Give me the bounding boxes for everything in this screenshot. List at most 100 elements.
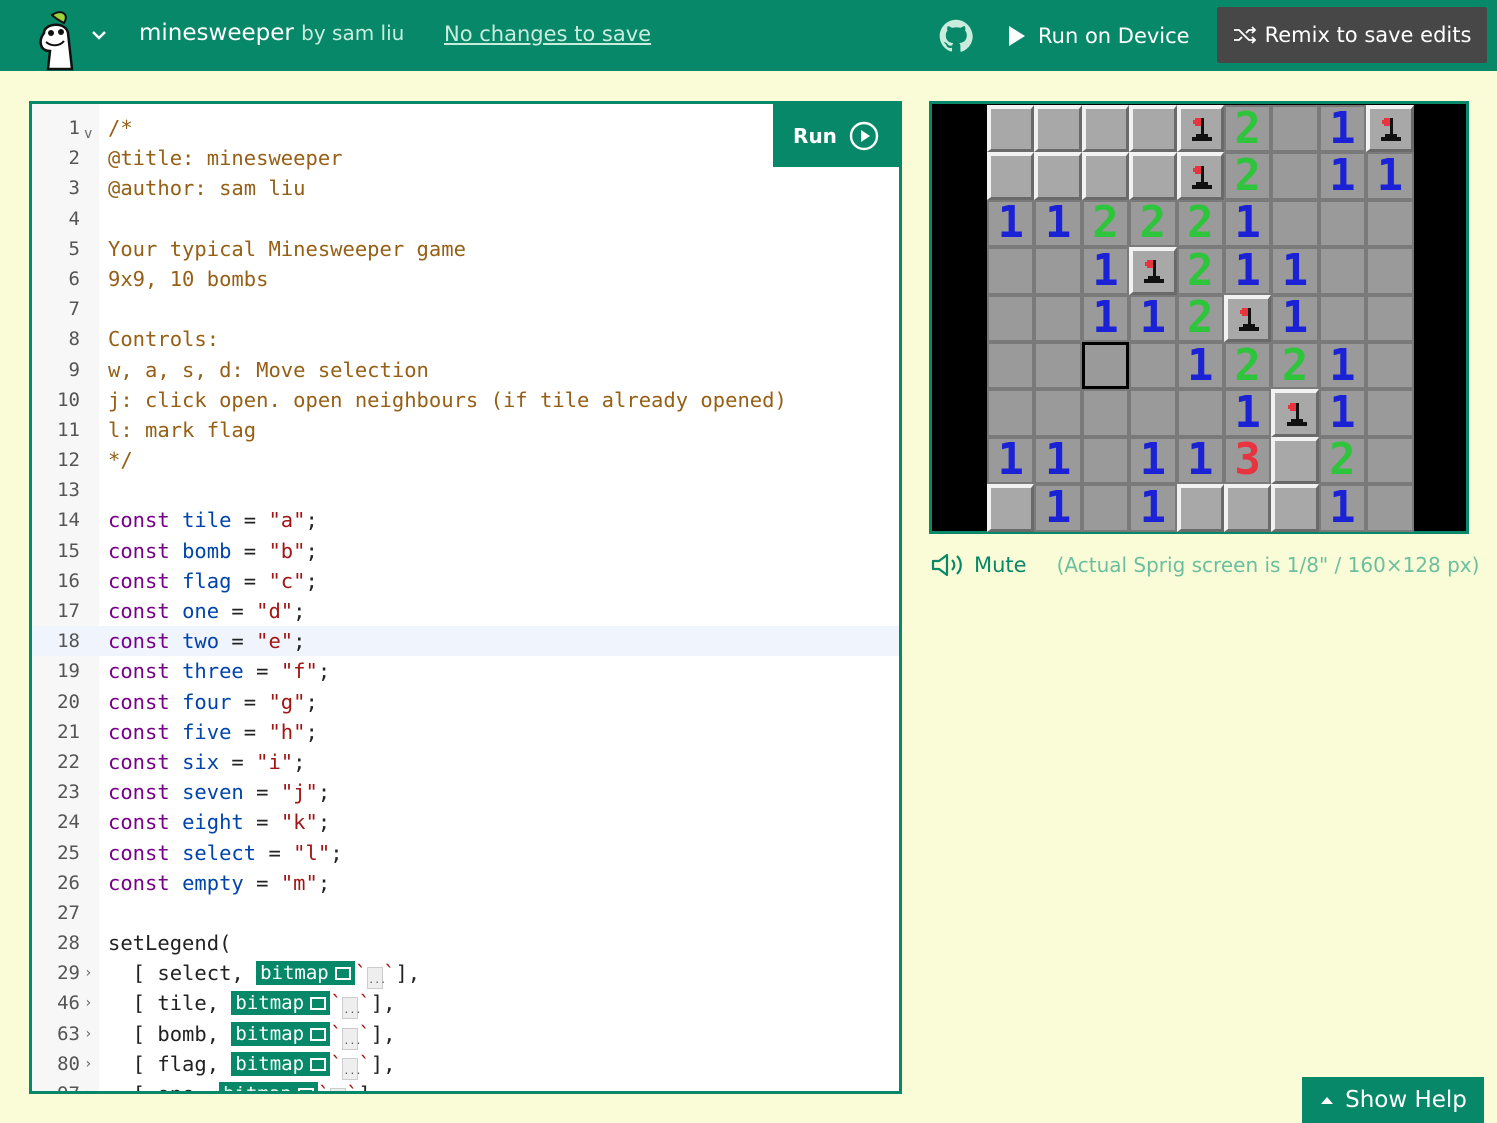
code-line[interactable]: 5 Your typical Minesweeper game — [32, 234, 899, 264]
code-line[interactable]: 26 const empty = "m"; — [32, 868, 899, 898]
code-line[interactable]: 15 const bomb = "b"; — [32, 536, 899, 566]
unopened-tile[interactable] — [1223, 484, 1272, 532]
code-line[interactable]: 25 const select = "l"; — [32, 838, 899, 868]
save-status-link[interactable]: No changes to save — [444, 22, 651, 46]
number-tile[interactable]: 1 — [1034, 484, 1082, 532]
number-tile[interactable]: 2 — [1318, 436, 1367, 485]
number-tile[interactable]: 1 — [987, 436, 1035, 485]
opened-empty-tile[interactable] — [1034, 341, 1082, 390]
number-tile[interactable]: 2 — [1176, 199, 1224, 248]
code-line[interactable]: 24 const eight = "k"; — [32, 807, 899, 837]
code-line[interactable]: 13 — [32, 475, 899, 505]
sprig-logo-icon[interactable] — [34, 11, 84, 71]
unopened-tile[interactable] — [1176, 484, 1224, 532]
unopened-tile[interactable] — [1034, 105, 1082, 153]
code-line[interactable]: 29 › [ select, bitmap `...`], — [32, 958, 899, 990]
fold-toggle-icon[interactable]: › — [84, 958, 92, 988]
opened-empty-tile[interactable] — [987, 294, 1035, 342]
code-line[interactable]: 27 — [32, 898, 899, 928]
opened-empty-tile[interactable] — [1366, 199, 1414, 248]
bitmap-widget[interactable]: bitmap — [231, 1051, 331, 1076]
number-tile[interactable]: 3 — [1223, 436, 1272, 485]
number-tile[interactable]: 1 — [1129, 484, 1177, 532]
opened-empty-tile[interactable] — [1129, 341, 1177, 390]
opened-empty-tile[interactable] — [1271, 152, 1319, 200]
bitmap-widget[interactable]: bitmap — [231, 1021, 331, 1046]
number-tile[interactable]: 2 — [1223, 341, 1272, 390]
flagged-tile[interactable] — [1223, 294, 1272, 342]
code-line[interactable]: 10 j: click open. open neighbours (if til… — [32, 385, 899, 415]
number-tile[interactable]: 2 — [1176, 294, 1224, 342]
run-on-device-button[interactable]: Run on Device — [1006, 20, 1190, 52]
number-tile[interactable]: 1 — [1223, 389, 1272, 437]
code-line[interactable]: 1 v/* — [32, 113, 899, 143]
number-tile[interactable]: 1 — [1129, 436, 1177, 485]
code-lines[interactable]: 1 v/* 2 @title: minesweeper 3 @author: sam li… — [32, 113, 899, 1091]
number-tile[interactable]: 1 — [1318, 152, 1367, 200]
code-line[interactable]: 17 const one = "d"; — [32, 596, 899, 626]
opened-empty-tile[interactable] — [1318, 247, 1367, 295]
number-tile[interactable]: 2 — [1223, 105, 1272, 153]
opened-empty-tile[interactable] — [1176, 389, 1224, 437]
unopened-tile[interactable] — [1034, 152, 1082, 200]
opened-empty-tile[interactable] — [987, 247, 1035, 295]
unopened-tile[interactable] — [987, 105, 1035, 153]
flagged-tile[interactable] — [1176, 152, 1224, 200]
opened-empty-tile[interactable] — [1271, 105, 1319, 153]
folded-content-placeholder[interactable]: ... — [367, 967, 386, 990]
unopened-tile[interactable] — [987, 152, 1035, 200]
code-line[interactable]: 80 › [ flag, bitmap `...`], — [32, 1049, 899, 1080]
number-tile[interactable]: 1 — [1271, 247, 1319, 295]
number-tile[interactable]: 1 — [1129, 294, 1177, 342]
number-tile[interactable]: 1 — [1318, 105, 1367, 153]
run-button[interactable]: Run — [773, 104, 899, 167]
show-help-button[interactable]: Show Help — [1302, 1077, 1484, 1123]
flagged-tile[interactable] — [1129, 247, 1177, 295]
number-tile[interactable]: 1 — [1223, 199, 1272, 248]
fold-toggle-icon[interactable]: › — [84, 1049, 92, 1079]
number-tile[interactable]: 2 — [1271, 341, 1319, 390]
code-line[interactable]: 46 › [ tile, bitmap `...`], — [32, 988, 899, 1020]
number-tile[interactable]: 2 — [1129, 199, 1177, 248]
fold-toggle-icon[interactable]: › — [84, 1019, 92, 1049]
fold-toggle-icon[interactable]: › — [84, 1079, 92, 1091]
opened-empty-tile[interactable] — [1081, 436, 1130, 485]
unopened-tile[interactable] — [1129, 152, 1177, 200]
code-line[interactable]: 22 const six = "i"; — [32, 747, 899, 777]
flagged-tile[interactable] — [1176, 105, 1224, 153]
opened-empty-tile[interactable] — [987, 341, 1035, 390]
remix-button[interactable]: Remix to save edits — [1217, 7, 1487, 63]
number-tile[interactable]: 2 — [1176, 247, 1224, 295]
code-line[interactable]: 9 w, a, s, d: Move selection — [32, 355, 899, 385]
opened-empty-tile[interactable] — [1271, 199, 1319, 248]
number-tile[interactable]: 1 — [1223, 247, 1272, 295]
selection-cursor[interactable] — [1081, 341, 1130, 390]
mute-button[interactable]: Mute — [930, 552, 1027, 578]
code-line[interactable]: 21 const five = "h"; — [32, 717, 899, 747]
number-tile[interactable]: 2 — [1223, 152, 1272, 200]
opened-empty-tile[interactable] — [987, 389, 1035, 437]
code-line[interactable]: 97 › [ one, bitmap `...`], — [32, 1079, 899, 1091]
number-tile[interactable]: 1 — [1081, 294, 1130, 342]
number-tile[interactable]: 1 — [1271, 294, 1319, 342]
number-tile[interactable]: 1 — [1176, 436, 1224, 485]
unopened-tile[interactable] — [1271, 436, 1319, 485]
opened-empty-tile[interactable] — [1034, 294, 1082, 342]
unopened-tile[interactable] — [1129, 105, 1177, 153]
opened-empty-tile[interactable] — [1366, 436, 1414, 485]
number-tile[interactable]: 1 — [1034, 436, 1082, 485]
bitmap-widget[interactable]: bitmap — [256, 961, 355, 986]
opened-empty-tile[interactable] — [1318, 294, 1367, 342]
code-line[interactable]: 11 l: mark flag — [32, 415, 899, 445]
folded-content-placeholder[interactable]: ... — [330, 1088, 347, 1091]
number-tile[interactable]: 1 — [1318, 484, 1367, 532]
opened-empty-tile[interactable] — [1366, 389, 1414, 437]
code-line[interactable]: 2 @title: minesweeper — [32, 143, 899, 173]
unopened-tile[interactable] — [1271, 484, 1319, 532]
unopened-tile[interactable] — [1081, 152, 1130, 200]
number-tile[interactable]: 1 — [1366, 152, 1414, 200]
opened-empty-tile[interactable] — [1081, 484, 1130, 532]
code-line[interactable]: 19 const three = "f"; — [32, 656, 899, 686]
code-line[interactable]: 4 — [32, 204, 899, 234]
opened-empty-tile[interactable] — [1034, 247, 1082, 295]
